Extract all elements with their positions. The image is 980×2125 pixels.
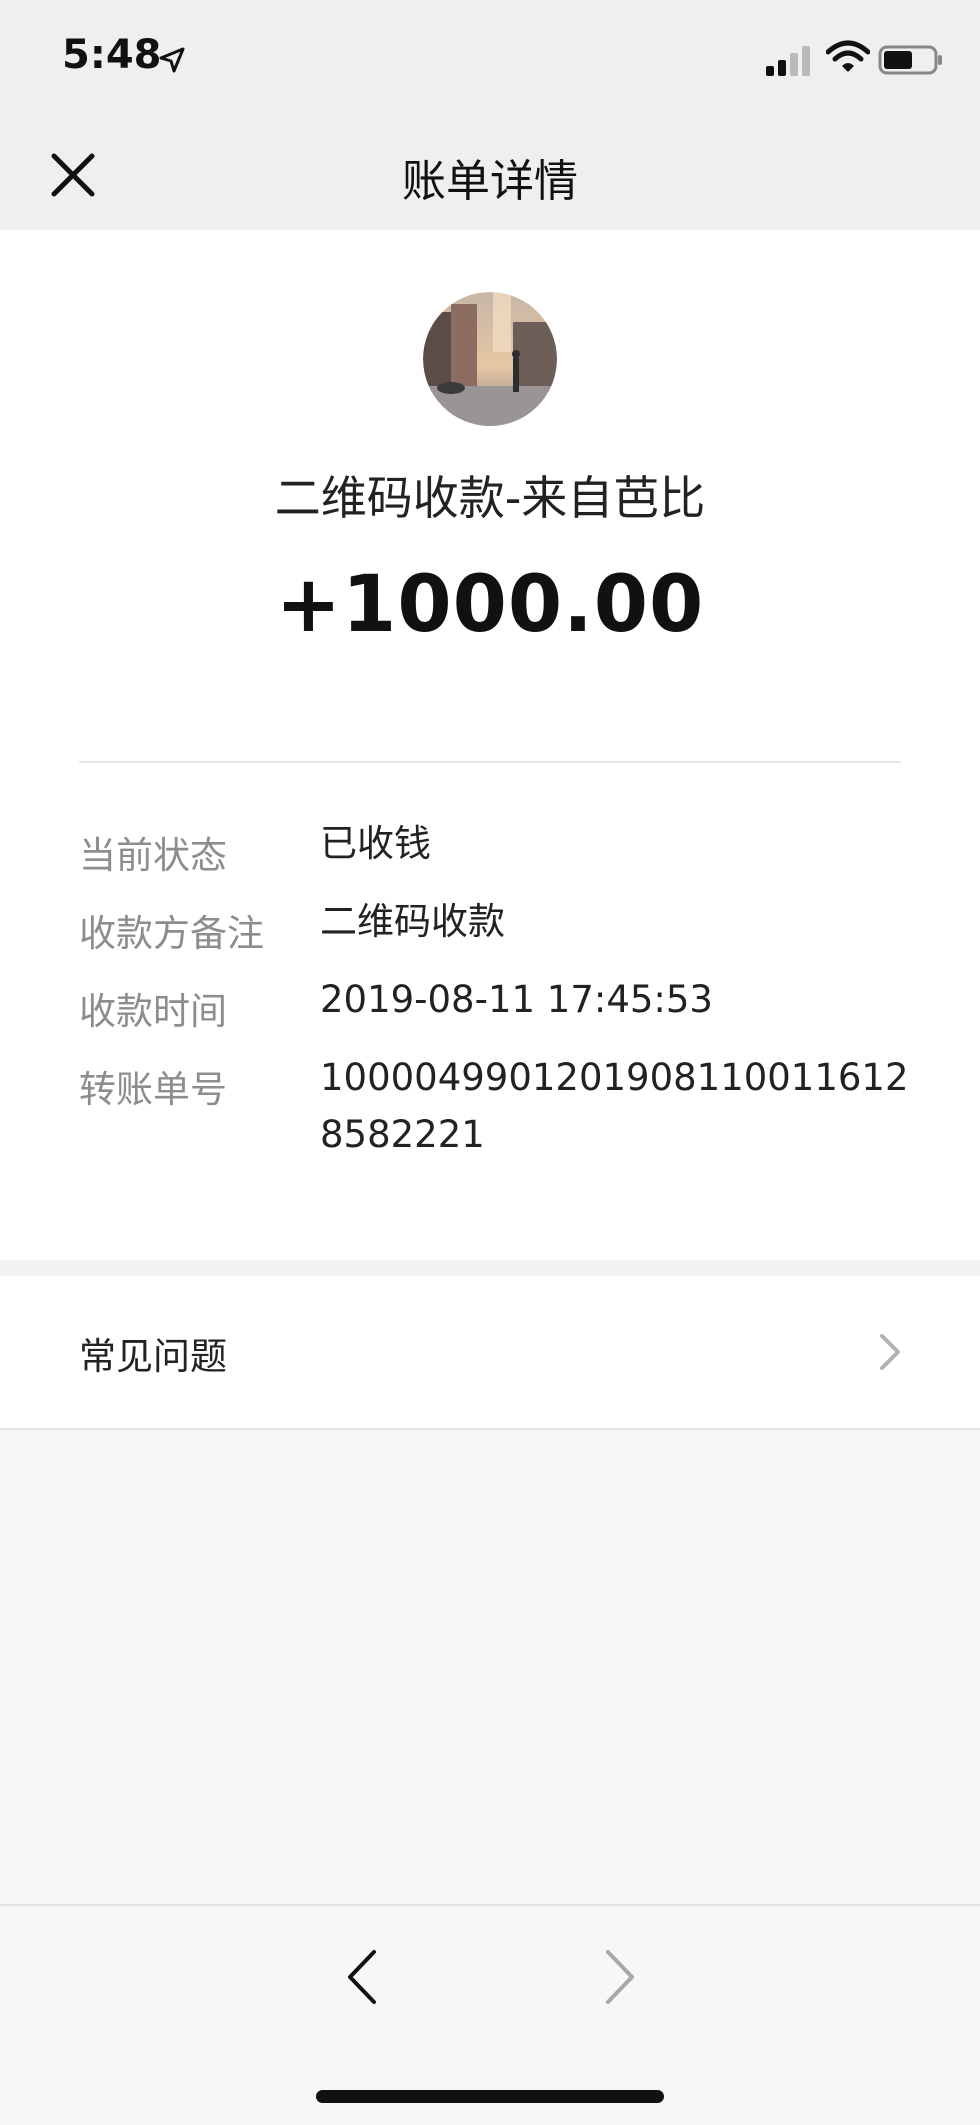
detail-label: 收款方备注 (79, 912, 264, 955)
wifi-icon (826, 40, 870, 72)
battery-icon (878, 45, 942, 75)
chevron-right-icon (880, 1334, 900, 1370)
detail-value: 10000499012019081100116128582221 (320, 1056, 909, 1156)
cellular-signal-icon (766, 46, 810, 76)
detail-label: 转账单号 (79, 1068, 227, 1111)
payer-title: 二维码收款-来自芭比 (274, 471, 706, 525)
location-arrow-icon (159, 47, 185, 73)
transaction-card: 二维码收款-来自芭比 +1000.00 当前状态 已收钱 收款方备注 二维码收款… (0, 230, 980, 1260)
section-gap (0, 1260, 980, 1276)
status-time: 5:48 (62, 32, 162, 78)
detail-value: 已收钱 (320, 822, 431, 865)
divider (79, 761, 901, 763)
forward-arrow-icon[interactable] (602, 1946, 638, 2008)
amount: +1000.00 (275, 560, 705, 650)
detail-value: 二维码收款 (320, 900, 505, 943)
bottom-toolbar (0, 1904, 980, 2125)
faq-row[interactable]: 常见问题 (0, 1276, 980, 1430)
page-title: 账单详情 (402, 156, 578, 207)
navigation-bar: 账单详情 (0, 115, 980, 230)
detail-label: 收款时间 (79, 990, 227, 1033)
avatar (423, 292, 557, 426)
detail-label: 当前状态 (79, 834, 227, 877)
status-bar: 5:48 (0, 0, 980, 115)
home-indicator[interactable] (316, 2090, 664, 2103)
back-arrow-icon[interactable] (344, 1946, 380, 2008)
detail-value: 2019-08-11 17:45:53 (320, 978, 713, 1021)
faq-label: 常见问题 (79, 1335, 227, 1378)
